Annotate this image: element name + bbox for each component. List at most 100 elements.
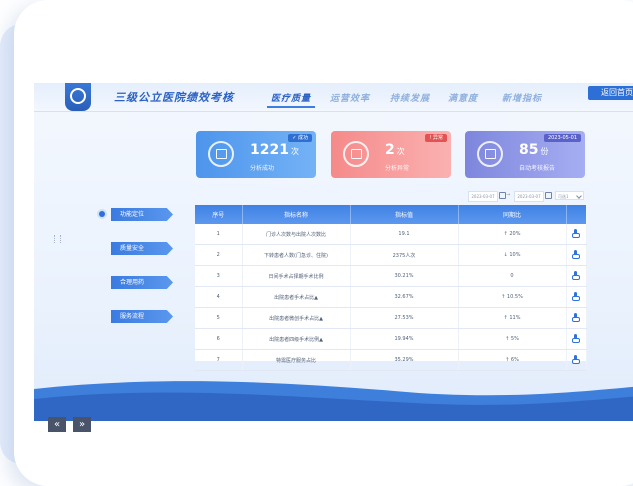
indicator-value: 30.21% — [350, 265, 459, 287]
action-cell — [566, 286, 587, 308]
hand-pointer-icon[interactable] — [572, 291, 580, 301]
indicator-value: 32.67% — [350, 286, 459, 308]
app-title: 三级公立医院绩效考核 — [114, 91, 234, 104]
action-cell — [566, 328, 587, 350]
drag-handle-icon[interactable] — [54, 235, 61, 243]
tab-operation-efficiency[interactable]: 运营效率 — [330, 91, 370, 104]
next-page-button[interactable]: » — [73, 417, 91, 432]
indicator-value: 19.94% — [350, 328, 459, 350]
indicator-name: 下转患者人数(门急诊、住院) — [242, 244, 351, 266]
card-value: 1221 次 — [250, 142, 299, 158]
prev-page-button[interactable]: « — [48, 417, 66, 432]
year-on-year: 0 — [458, 265, 567, 287]
sidebar-item-quality-safety[interactable]: 质量安全 — [111, 242, 173, 255]
table-row: 4 出院患者手术占比▲ 32.67% ↑ 10.5% — [195, 286, 587, 308]
status-badge: ! 异常 — [425, 134, 447, 142]
table-row: 5 出院患者微创手术占比▲ 27.53% ↑ 11% — [195, 307, 587, 329]
hand-pointer-icon[interactable] — [572, 333, 580, 343]
sidebar-menu: 功能定位 质量安全 合理用药 服务流程 — [99, 208, 179, 328]
column-header — [566, 205, 587, 224]
column-header: 指标值 — [350, 205, 459, 224]
chevron-down-icon — [576, 193, 582, 199]
year-on-year: ↓ 10% — [458, 244, 567, 266]
action-cell — [566, 349, 587, 371]
bottom-strip — [34, 421, 633, 443]
year-on-year: ↑ 10.5% — [458, 286, 567, 308]
sidebar-item-rational-medication[interactable]: 合理用药 — [111, 276, 173, 289]
indicator-name: 出院患者手术占比▲ — [242, 286, 351, 308]
option-select[interactable]: 可选1 — [555, 191, 584, 200]
column-header: 序号 — [195, 205, 243, 224]
filter-bar: 2023-03-07 → 2023-03-07 可选1 — [468, 191, 586, 202]
start-date-input[interactable]: 2023-03-07 — [468, 191, 498, 202]
hand-pointer-icon[interactable] — [572, 228, 580, 238]
table-row: 1 门诊人次数与出院人次数比 19.1 ↑ 20% — [195, 224, 587, 245]
active-indicator — [99, 211, 105, 217]
indicator-table: 序号 指标名称 指标值 同期比 1 门诊人次数与出院人次数比 19.1 ↑ 20… — [195, 205, 587, 371]
row-index: 3 — [195, 265, 243, 287]
home-button[interactable]: 返回首页 — [588, 86, 633, 100]
sidebar-item-function-positioning[interactable]: 功能定位 — [111, 208, 173, 221]
indicator-name: 日间手术占择期手术比例 — [242, 265, 351, 287]
card-value: 2次 — [385, 142, 405, 158]
date-separator: → — [506, 192, 511, 198]
row-index: 6 — [195, 328, 243, 350]
indicator-value: 35.29% — [350, 349, 459, 371]
action-cell — [566, 307, 587, 329]
year-on-year: ↑ 6% — [458, 349, 567, 371]
report-card[interactable]: 2023-05-01 85 份 自动考核报告 — [465, 131, 585, 178]
tab-medical-quality[interactable]: 医疗质量 — [266, 91, 316, 108]
success-card[interactable]: ✓ 成功 1221 次 分析成功 — [196, 131, 316, 178]
card-label: 自动考核报告 — [519, 165, 556, 172]
end-date-input[interactable]: 2023-03-07 — [514, 191, 544, 202]
table-row: 6 出院患者四级手术比例▲ 19.94% ↑ 5% — [195, 328, 587, 350]
date-badge: 2023-05-01 — [543, 134, 581, 142]
indicator-name: 出院患者微创手术占比▲ — [242, 307, 351, 329]
top-navigation-bar: 三级公立医院绩效考核 医疗质量 运营效率 持续发展 满意度 新增指标 返回首页 — [34, 83, 633, 112]
image-icon — [208, 141, 234, 167]
calendar-icon[interactable] — [499, 192, 506, 199]
table-row: 3 日间手术占择期手术比例 30.21% 0 — [195, 265, 587, 287]
sidebar-item-service-process[interactable]: 服务流程 — [111, 310, 173, 323]
image-icon — [343, 141, 369, 167]
card-value: 85 份 — [519, 142, 549, 158]
row-index: 5 — [195, 307, 243, 329]
hand-pointer-icon[interactable] — [572, 354, 580, 364]
status-badge: ✓ 成功 — [288, 134, 312, 142]
year-on-year: ↑ 20% — [458, 224, 567, 245]
row-index: 4 — [195, 286, 243, 308]
column-header: 指标名称 — [242, 205, 351, 224]
tab-new-indicators[interactable]: 新增指标 — [502, 91, 542, 104]
row-index: 2 — [195, 244, 243, 266]
row-index: 7 — [195, 349, 243, 371]
action-cell — [566, 265, 587, 287]
hand-pointer-icon[interactable] — [572, 312, 580, 322]
indicator-name: 特需医疗服务占比 — [242, 349, 351, 371]
error-card[interactable]: ! 异常 2次 分析异常 — [331, 131, 451, 178]
card-label: 分析成功 — [250, 165, 275, 172]
decorative-wave — [34, 381, 633, 421]
indicator-name: 出院患者四级手术比例▲ — [242, 328, 351, 350]
device-frame: 三级公立医院绩效考核 医疗质量 运营效率 持续发展 满意度 新增指标 返回首页 … — [14, 0, 633, 486]
action-cell — [566, 244, 587, 266]
column-header: 同期比 — [458, 205, 567, 224]
image-icon — [477, 141, 503, 167]
table-row: 2 下转患者人数(门急诊、住院) 2375人次 ↓ 10% — [195, 244, 587, 266]
table-header-row: 序号 指标名称 指标值 同期比 — [195, 205, 587, 224]
calendar-icon[interactable] — [545, 192, 552, 199]
action-cell — [566, 224, 587, 245]
hand-pointer-icon[interactable] — [572, 249, 580, 259]
year-on-year: ↑ 11% — [458, 307, 567, 329]
dashboard-screen: 三级公立医院绩效考核 医疗质量 运营效率 持续发展 满意度 新增指标 返回首页 … — [34, 83, 633, 443]
indicator-value: 2375人次 — [350, 244, 459, 266]
row-index: 1 — [195, 224, 243, 245]
tab-satisfaction[interactable]: 满意度 — [448, 91, 478, 104]
indicator-value: 19.1 — [350, 224, 459, 245]
indicator-name: 门诊人次数与出院人次数比 — [242, 224, 351, 245]
card-label: 分析异常 — [385, 165, 410, 172]
hand-pointer-icon[interactable] — [572, 270, 580, 280]
year-on-year: ↑ 5% — [458, 328, 567, 350]
tab-sustainable-development[interactable]: 持续发展 — [390, 91, 430, 104]
table-row: 7 特需医疗服务占比 35.29% ↑ 6% — [195, 349, 587, 371]
hospital-logo-icon — [65, 83, 91, 111]
